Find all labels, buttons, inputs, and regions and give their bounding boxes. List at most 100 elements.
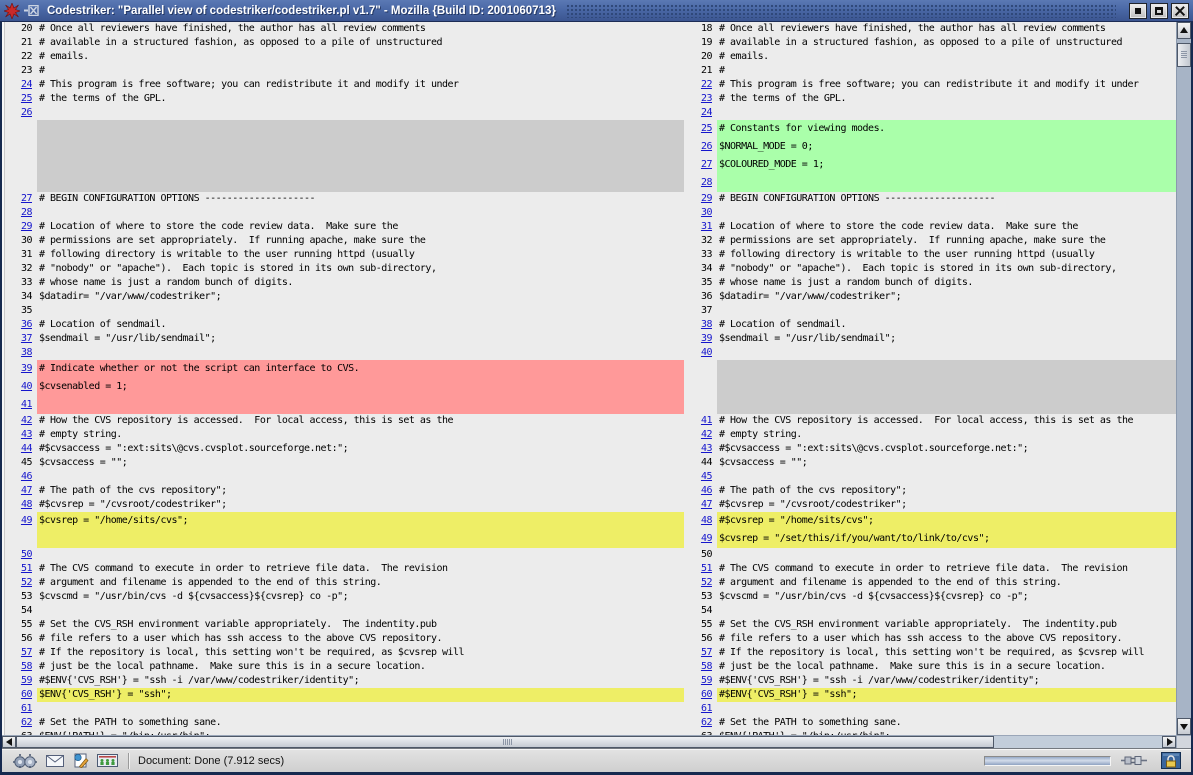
line-number-link[interactable]: 31 xyxy=(687,220,717,234)
vertical-scrollbar-thumb[interactable] xyxy=(1177,43,1191,67)
composer-icon[interactable] xyxy=(72,753,89,768)
code-line-left: # The CVS command to execute in order to… xyxy=(37,562,684,576)
line-number-link[interactable]: 42 xyxy=(2,414,37,428)
diff-row: 37$sendmail = "/usr/lib/sendmail";39$sen… xyxy=(2,332,1176,346)
line-number-link[interactable]: 27 xyxy=(687,156,717,174)
code-line-left: # Indicate whether or not the script can… xyxy=(37,360,684,378)
line-number-link[interactable]: 43 xyxy=(2,428,37,442)
content-frame: 20# Once all reviewers have finished, th… xyxy=(2,22,1191,748)
line-number-link[interactable]: 39 xyxy=(687,332,717,346)
line-number-link[interactable]: 27 xyxy=(2,192,37,206)
line-number-link[interactable]: 49 xyxy=(2,512,37,530)
code-line-right: # permissions are set appropriately. If … xyxy=(717,234,1176,248)
line-number-link[interactable]: 44 xyxy=(2,442,37,456)
line-number-link[interactable]: 25 xyxy=(2,92,37,106)
line-number-link[interactable]: 51 xyxy=(687,562,717,576)
line-number-link[interactable]: 38 xyxy=(687,318,717,332)
line-number-link[interactable]: 42 xyxy=(687,428,717,442)
line-number-link[interactable]: 47 xyxy=(687,498,717,512)
line-number xyxy=(2,530,37,548)
code-line-left xyxy=(37,206,684,220)
line-number-link[interactable]: 36 xyxy=(2,318,37,332)
line-number-link[interactable]: 24 xyxy=(687,106,717,120)
scroll-right-button[interactable] xyxy=(1162,736,1176,748)
minimize-button[interactable] xyxy=(1129,3,1147,19)
line-number-link[interactable]: 40 xyxy=(687,346,717,360)
line-number-link[interactable]: 59 xyxy=(687,674,717,688)
offline-plug-icon[interactable] xyxy=(1121,755,1147,766)
mail-icon[interactable] xyxy=(46,755,64,767)
code-line-left: $cvsaccess = ""; xyxy=(37,456,684,470)
line-number-link[interactable]: 26 xyxy=(687,138,717,156)
maximize-button[interactable] xyxy=(1150,3,1168,19)
diff-row: 53$cvscmd = "/usr/bin/cvs -d ${cvsaccess… xyxy=(2,590,1176,604)
window-menu-pin-icon[interactable] xyxy=(24,5,39,16)
line-number-link[interactable]: 41 xyxy=(687,414,717,428)
scroll-up-button[interactable] xyxy=(1177,22,1191,39)
line-number-link[interactable]: 23 xyxy=(687,92,717,106)
code-line-right: $NORMAL_MODE = 0; xyxy=(717,138,1176,156)
line-number-link[interactable]: 24 xyxy=(2,78,37,92)
line-number-link[interactable]: 43 xyxy=(687,442,717,456)
horizontal-scrollbar[interactable] xyxy=(2,735,1191,748)
line-number-link[interactable]: 48 xyxy=(687,512,717,530)
line-number-link[interactable]: 39 xyxy=(2,360,37,378)
line-number-link[interactable]: 29 xyxy=(687,192,717,206)
line-number-link[interactable]: 22 xyxy=(687,78,717,92)
horizontal-scrollbar-thumb[interactable] xyxy=(16,736,994,748)
scroll-left-button[interactable] xyxy=(2,736,16,748)
code-line-right: $cvsaccess = ""; xyxy=(717,456,1176,470)
line-number-link[interactable]: 48 xyxy=(2,498,37,512)
horizontal-scrollbar-track[interactable] xyxy=(994,736,1162,748)
line-number-link[interactable]: 37 xyxy=(2,332,37,346)
line-number-link[interactable]: 61 xyxy=(2,702,37,716)
line-number-link[interactable]: 47 xyxy=(2,484,37,498)
vertical-scrollbar[interactable] xyxy=(1176,22,1191,735)
line-number-link[interactable]: 25 xyxy=(687,120,717,138)
diff-row: 48#$cvsrep = "/cvsroot/codestriker";47#$… xyxy=(2,498,1176,512)
line-number-link[interactable]: 41 xyxy=(2,396,37,414)
line-number-link[interactable]: 61 xyxy=(687,702,717,716)
line-number-link[interactable]: 59 xyxy=(2,674,37,688)
security-lock-icon[interactable] xyxy=(1161,752,1181,769)
line-number-link[interactable]: 38 xyxy=(2,346,37,360)
line-number-link[interactable]: 58 xyxy=(687,660,717,674)
line-number: 35 xyxy=(2,304,37,318)
line-number-link[interactable]: 29 xyxy=(2,220,37,234)
line-number-link[interactable]: 50 xyxy=(2,548,37,562)
line-number-link[interactable]: 52 xyxy=(2,576,37,590)
code-line-left: # empty string. xyxy=(37,428,684,442)
line-number-link[interactable]: 45 xyxy=(687,470,717,484)
line-number-link[interactable]: 58 xyxy=(2,660,37,674)
addressbook-icon[interactable] xyxy=(97,754,118,767)
line-number-link[interactable]: 60 xyxy=(2,688,37,702)
line-number-link[interactable]: 46 xyxy=(687,484,717,498)
diff-row: 3537 xyxy=(2,304,1176,318)
line-number-link[interactable]: 51 xyxy=(2,562,37,576)
line-number: 18 xyxy=(687,22,717,36)
line-number-link[interactable]: 40 xyxy=(2,378,37,396)
code-line-left: # Location of where to store the code re… xyxy=(37,220,684,234)
code-line-right: # "nobody" or "apache"). Each topic is s… xyxy=(717,262,1176,276)
line-number-link[interactable]: 60 xyxy=(687,688,717,702)
line-number-link[interactable]: 57 xyxy=(687,646,717,660)
line-number-link[interactable]: 57 xyxy=(2,646,37,660)
line-number-link[interactable]: 26 xyxy=(2,106,37,120)
code-line-left: # available in a structured fashion, as … xyxy=(37,36,684,50)
vertical-scrollbar-track[interactable] xyxy=(1177,67,1191,718)
navigator-icon[interactable] xyxy=(12,753,38,769)
diff-row: 30# permissions are set appropriately. I… xyxy=(2,234,1176,248)
line-number-link[interactable]: 28 xyxy=(687,174,717,192)
line-number: 32 xyxy=(2,262,37,276)
line-number-link[interactable]: 28 xyxy=(2,206,37,220)
line-number-link[interactable]: 46 xyxy=(2,470,37,484)
line-number-link[interactable]: 30 xyxy=(687,206,717,220)
line-number-link[interactable]: 52 xyxy=(687,576,717,590)
right-arrow-icon xyxy=(1167,738,1177,746)
line-number-link[interactable]: 62 xyxy=(687,716,717,730)
line-number-link[interactable]: 62 xyxy=(2,716,37,730)
code-line-left: $cvscmd = "/usr/bin/cvs -d ${cvsaccess}$… xyxy=(37,590,684,604)
close-button[interactable] xyxy=(1171,3,1189,19)
line-number-link[interactable]: 49 xyxy=(687,530,717,548)
scroll-down-button[interactable] xyxy=(1177,718,1191,735)
